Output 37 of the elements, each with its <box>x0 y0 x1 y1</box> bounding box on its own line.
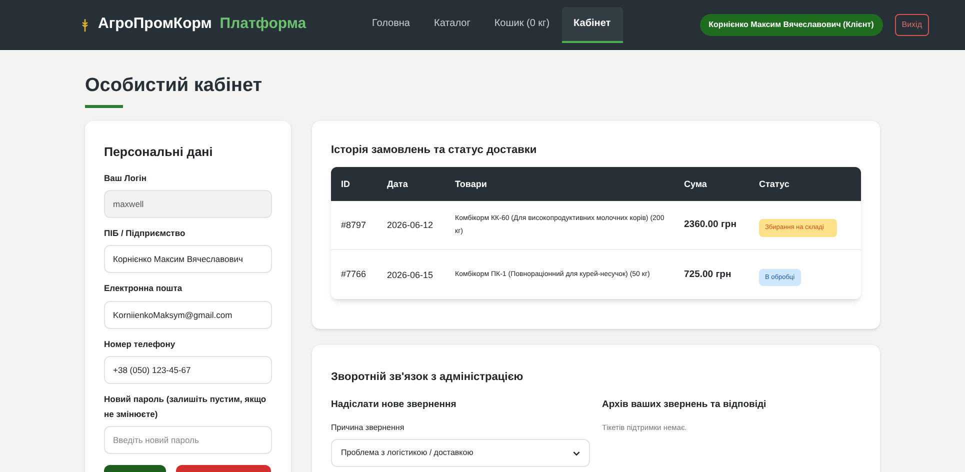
column-header: Товари <box>455 178 488 191</box>
page-title: Особистий кабінет <box>85 74 264 98</box>
field-label: Номер телефону <box>104 338 176 351</box>
field-label: Ваш Логін <box>104 172 148 184</box>
column-header: ID <box>341 178 351 190</box>
nav-tab[interactable]: Каталог <box>422 6 482 42</box>
column-header: Статус <box>759 178 790 191</box>
table-cell-text: 2360.00 грн <box>684 218 738 232</box>
column-header: Сума <box>684 178 708 191</box>
input-field[interactable]: Введіть новий пароль <box>104 426 272 454</box>
field-label: Новий пароль (залишіть пустим, якщо не змінюєте) <box>104 393 268 421</box>
field-label: Причина звернення <box>331 422 406 434</box>
input-field[interactable]: KorniienkoMaksym@gmail.com <box>104 300 272 329</box>
brand-name[interactable]: АгроПромКорм <box>98 13 212 36</box>
nav-tab[interactable]: Головна <box>360 6 422 42</box>
section-title: Зворотній зв'язок з адміністрацією <box>331 370 524 386</box>
table-cell-text: 2026-06-15 <box>387 268 434 282</box>
nav-tab[interactable]: Кошик (0 кг) <box>482 6 562 42</box>
section-title: Історія замовлень та статус доставки <box>331 142 538 158</box>
column-header: Дата <box>387 178 409 191</box>
table-cell-text: 725.00 грн <box>684 268 732 282</box>
subsection-title: Надіслати нове звернення <box>331 398 458 412</box>
input-field[interactable]: Корнієнко Максим Вячеславович <box>104 245 272 274</box>
input-field[interactable]: +38 (050) 123-45-67 <box>104 356 272 384</box>
table-cell-text: 2026-06-12 <box>387 219 434 232</box>
nav-tab[interactable]: Кабінет <box>562 6 623 42</box>
login-field: maxwell <box>104 190 272 218</box>
user-badge: Корнієнко Максим Вячеславович (Клієнт) <box>700 14 883 36</box>
field-label: Електронна пошта <box>104 282 184 296</box>
reason-select[interactable]: Проблема з логістикою / доставкою <box>331 439 590 467</box>
field-label: ПІБ / Підприємство <box>104 226 186 240</box>
subsection-title: Архів ваших звернень та відповіді <box>602 398 768 412</box>
brand-suffix[interactable]: Платформа <box>220 13 306 36</box>
logout-button[interactable]: Вихід <box>894 14 929 36</box>
section-title: Персональні дані <box>104 144 214 161</box>
table-cell-text: #7766 <box>341 268 368 281</box>
table-cell-text: #8797 <box>341 218 368 232</box>
